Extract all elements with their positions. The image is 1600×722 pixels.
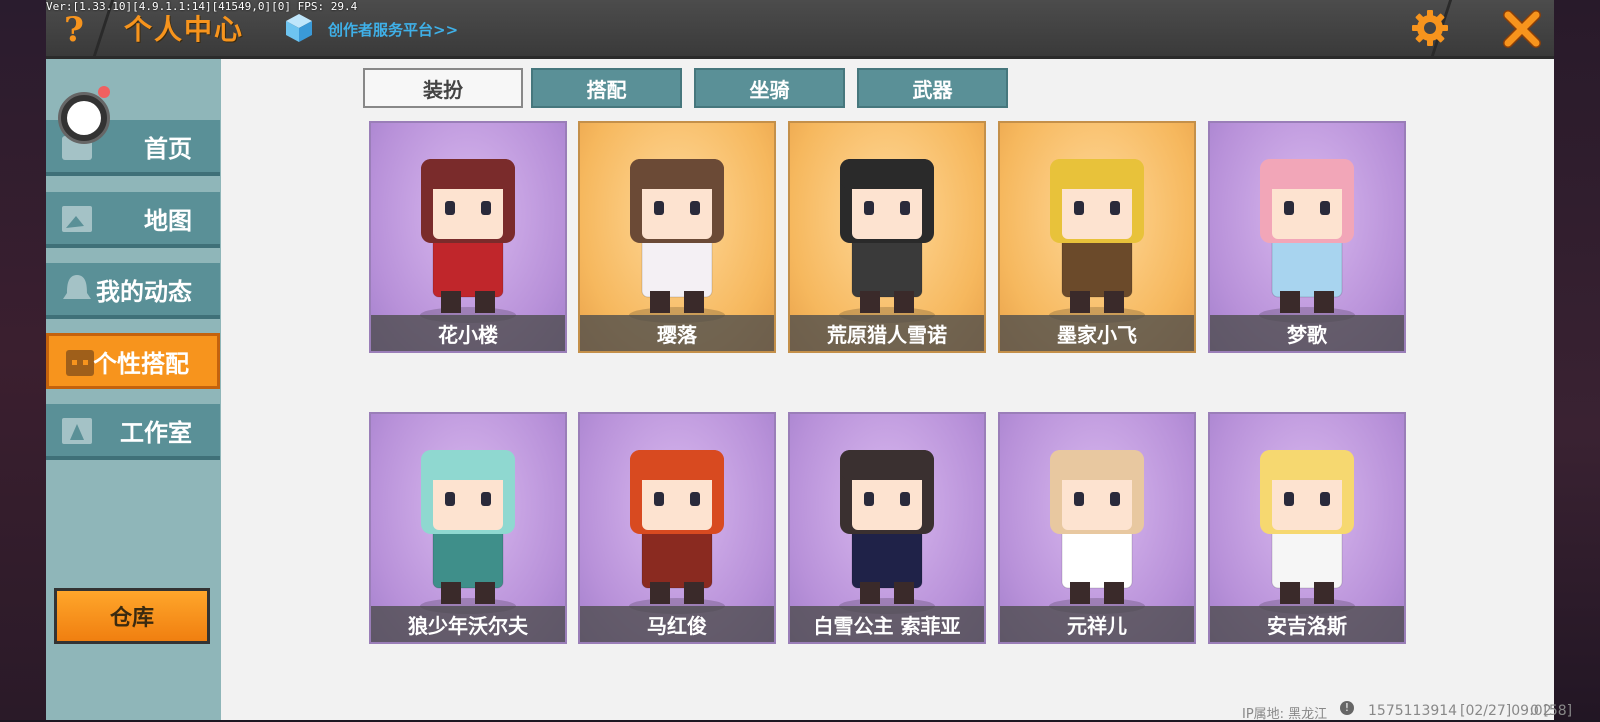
background-right <box>1552 0 1600 720</box>
character-figure <box>839 450 935 614</box>
skin-name: 璎落 <box>580 315 774 351</box>
background-left <box>0 0 48 720</box>
notification-dot <box>98 86 110 98</box>
close-icon[interactable] <box>1500 7 1544 51</box>
character-figure <box>1259 159 1355 323</box>
skin-name: 墨家小飞 <box>1000 315 1194 351</box>
sidebar-item-map[interactable]: 地图 <box>46 192 220 248</box>
tab-match[interactable]: 搭配 <box>531 68 682 108</box>
sidebar-item-activity[interactable]: 我的动态 <box>46 263 220 319</box>
skin-name: 白雪公主 索菲亚 <box>790 606 984 642</box>
sidebar-item-label: 个性搭配 <box>93 349 189 378</box>
character-figure <box>839 159 935 323</box>
skin-card[interactable]: 璎落 <box>578 121 776 353</box>
skin-name: 梦歌 <box>1210 315 1404 351</box>
character-figure <box>629 159 725 323</box>
sidebar-item-studio[interactable]: 工作室 <box>46 404 220 460</box>
footer-extra: 0 [58] <box>1530 703 1573 719</box>
skin-card[interactable]: 墨家小飞 <box>998 121 1196 353</box>
sidebar-item-outfit[interactable]: 个性搭配 <box>46 333 220 389</box>
skin-name: 元祥儿 <box>1000 606 1194 642</box>
bell-icon <box>63 275 91 299</box>
sidebar-item-label: 我的动态 <box>96 277 192 306</box>
debug-overlay: Ver:[1.33.10][4.9.1.1:14][41549,0][0] FP… <box>46 0 358 13</box>
creator-platform-link[interactable]: 创作者服务平台>> <box>328 19 458 40</box>
skin-name: 荒原猎人雪诺 <box>790 315 984 351</box>
character-figure <box>420 159 516 323</box>
studio-icon <box>62 418 92 444</box>
cube-icon[interactable] <box>284 12 314 44</box>
sidebar-item-label: 首页 <box>144 134 192 163</box>
map-icon <box>62 206 92 232</box>
skin-card[interactable]: 狼少年沃尔夫 <box>369 412 567 644</box>
character-figure <box>1259 450 1355 614</box>
warehouse-button[interactable]: 仓库 <box>54 588 210 644</box>
skin-card[interactable]: 元祥儿 <box>998 412 1196 644</box>
skin-card[interactable]: 马红俊 <box>578 412 776 644</box>
skin-card[interactable]: 白雪公主 索菲亚 <box>788 412 986 644</box>
tab-weapon[interactable]: 武器 <box>857 68 1008 108</box>
tab-costume[interactable]: 装扮 <box>363 68 523 108</box>
skin-card[interactable]: 花小楼 <box>369 121 567 353</box>
skin-name: 狼少年沃尔夫 <box>371 606 565 642</box>
tab-mount[interactable]: 坐骑 <box>694 68 845 108</box>
character-figure <box>629 450 725 614</box>
ip-location: IP属地: 黑龙江 <box>1242 707 1328 722</box>
skin-name: 花小楼 <box>371 315 565 351</box>
character-figure <box>1049 159 1145 323</box>
character-figure <box>420 450 516 614</box>
help-button[interactable]: ? <box>54 10 94 50</box>
skin-card[interactable]: 荒原猎人雪诺 <box>788 121 986 353</box>
sidebar-item-label: 地图 <box>144 206 192 235</box>
page-title: 个人中心 <box>124 13 245 46</box>
avatar-button[interactable] <box>58 92 110 144</box>
user-id: 1575113914 <box>1368 703 1458 719</box>
character-icon <box>66 350 94 376</box>
character-figure <box>1049 450 1145 614</box>
skin-name: 安吉洛斯 <box>1210 606 1404 642</box>
sidebar-item-label: 工作室 <box>120 418 192 447</box>
skin-card[interactable]: 安吉洛斯 <box>1208 412 1406 644</box>
skin-name: 马红俊 <box>580 606 774 642</box>
info-icon[interactable]: ! <box>1340 701 1354 715</box>
gear-icon[interactable] <box>1410 8 1450 48</box>
skin-card[interactable]: 梦歌 <box>1208 121 1406 353</box>
